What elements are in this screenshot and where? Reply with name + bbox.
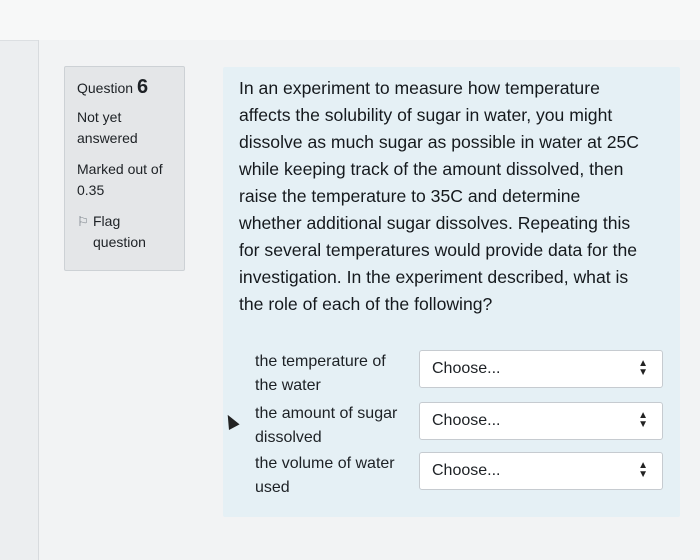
grade-line-2: 0.35 [77, 182, 105, 198]
state-line-1: Not yet [77, 109, 122, 125]
question-text-line: dissolve as much sugar as possible in wa… [239, 132, 639, 152]
question-content: In an experiment to measure how temperat… [223, 67, 680, 517]
flag-icon: ⚐ [77, 214, 89, 229]
flag-line-2: question [93, 234, 146, 250]
question-word: Question [77, 80, 134, 96]
question-text-line: the role of each of the following? [239, 294, 493, 314]
state-line-2: answered [77, 130, 138, 146]
flag-question-link[interactable]: ⚐ Flag question [77, 211, 184, 253]
question-text-line: whether additional sugar dissolves. Repe… [239, 213, 631, 233]
updown-arrows-icon: ▲ ▼ [638, 358, 648, 378]
question-text-line: investigation. In the experiment describ… [239, 267, 629, 287]
grade-line-1: Marked out of [77, 161, 163, 177]
question-info-box: Question 6 Not yet answered Marked out o… [64, 66, 185, 271]
flag-line-1: Flag [93, 213, 121, 229]
top-header-strip [0, 0, 700, 41]
choose-select-volume[interactable]: Choose... ▲ ▼ [419, 452, 663, 490]
question-text-line: affects the solubility of sugar in water… [239, 105, 613, 125]
match-label-line: dissolved [255, 429, 322, 446]
match-label-line: the amount of sugar [255, 405, 398, 422]
match-label-line: the volume of water [255, 455, 395, 472]
match-label: the volume of water used [255, 452, 415, 500]
match-label: the temperature of the water [255, 350, 415, 398]
question-state: Not yet answered [77, 107, 184, 149]
updown-arrows-icon: ▲ ▼ [638, 460, 648, 480]
question-text-line: raise the temperature to 35C and determi… [239, 186, 581, 206]
select-value: Choose... [432, 360, 501, 377]
match-label-line: used [255, 479, 290, 496]
question-grade: Marked out of 0.35 [77, 159, 184, 201]
match-label: the amount of sugar dissolved [255, 402, 415, 450]
match-label-line: the water [255, 377, 321, 394]
question-text-line: for several temperatures would provide d… [239, 240, 638, 260]
updown-arrows-icon: ▲ ▼ [638, 410, 648, 430]
choose-select-temperature[interactable]: Choose... ▲ ▼ [419, 350, 663, 388]
question-number-value: 6 [136, 76, 149, 98]
question-number: Question 6 [77, 77, 184, 99]
question-text-line: while keeping track of the amount dissol… [239, 159, 624, 179]
match-label-line: the temperature of [255, 353, 386, 370]
select-value: Choose... [432, 412, 501, 429]
choose-select-sugar[interactable]: Choose... ▲ ▼ [419, 402, 663, 440]
question-text-line: In an experiment to measure how temperat… [239, 78, 600, 98]
question-text: In an experiment to measure how temperat… [239, 75, 669, 318]
select-value: Choose... [432, 462, 501, 479]
